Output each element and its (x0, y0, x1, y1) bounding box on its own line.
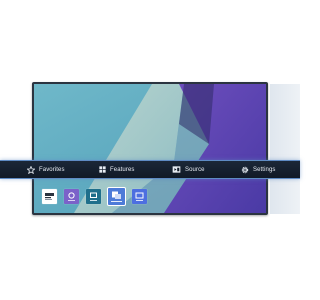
main-menu-bar: Favorites Features Source Settings (0, 160, 300, 179)
menu-item-label: Favorites (39, 166, 65, 173)
app-icon (135, 192, 144, 201)
background-side-panel (270, 84, 300, 214)
menu-item-source[interactable]: Source (172, 161, 205, 178)
grid-icon (99, 166, 106, 173)
app-tray (42, 188, 147, 209)
menu-item-label: Features (110, 166, 135, 173)
star-icon (27, 165, 35, 174)
menu-item-settings[interactable]: Settings (241, 161, 275, 178)
app-tile-5[interactable] (132, 189, 147, 204)
magicinfo-icon (45, 193, 54, 200)
app-tile-1[interactable] (42, 189, 57, 204)
gear-icon (241, 166, 249, 173)
app-tile-3[interactable] (86, 189, 101, 204)
app-icon (111, 191, 122, 202)
input-source-icon (172, 166, 181, 173)
app-icon (68, 192, 75, 201)
app-tile-2[interactable] (64, 189, 79, 204)
app-icon (90, 192, 97, 201)
menu-item-features[interactable]: Features (99, 161, 134, 178)
menu-item-favorites[interactable]: Favorites (27, 161, 65, 178)
menu-item-label: Settings (253, 166, 276, 173)
app-tile-4[interactable] (108, 188, 125, 205)
menu-item-label: Source (185, 166, 205, 173)
